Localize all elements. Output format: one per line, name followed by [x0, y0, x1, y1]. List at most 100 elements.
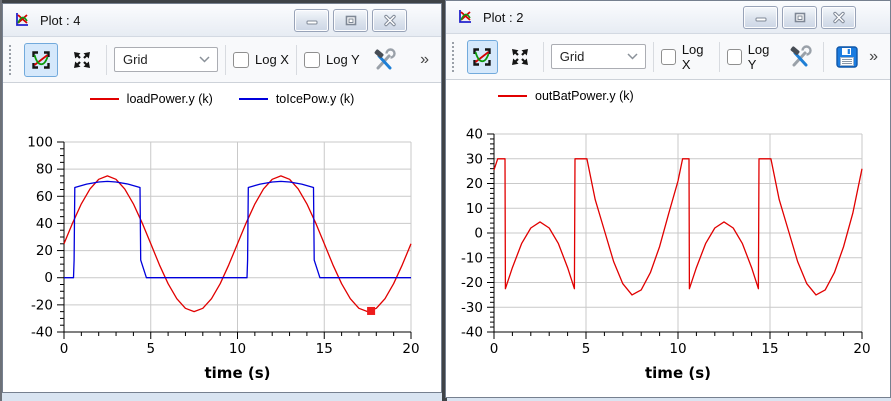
toolbar: Grid Log X Log Y » — [3, 37, 441, 83]
window-title: Plot : 2 — [483, 10, 523, 25]
chevron-down-icon — [627, 53, 638, 60]
titlebar[interactable]: Plot : 4 — [3, 4, 441, 37]
checkbox-icon — [304, 52, 320, 68]
checkbox-icon — [727, 49, 742, 65]
plot-window-icon — [13, 11, 31, 29]
window-title: Plot : 4 — [40, 13, 80, 28]
log-y-checkbox[interactable]: Log Y — [727, 42, 778, 72]
svg-text:30: 30 — [466, 151, 483, 167]
plot-window-2: Plot : 2 — [445, 0, 891, 398]
log-x-label: Log X — [255, 52, 289, 67]
chevron-down-icon — [199, 56, 210, 63]
toolbar-separator — [543, 42, 544, 72]
svg-text:0: 0 — [44, 270, 53, 286]
toolbar-drag-handle[interactable] — [9, 45, 15, 75]
legend-line-sample — [239, 98, 268, 100]
grid-select-value: Grid — [123, 52, 148, 67]
svg-text:0: 0 — [490, 341, 499, 357]
legend-label: outBatPower.y (k) — [535, 89, 634, 103]
legend-item: loadPower.y (k) — [90, 92, 213, 106]
log-y-label: Log Y — [326, 52, 360, 67]
legend-label: loadPower.y (k) — [127, 92, 213, 106]
fit-in-view-button[interactable] — [467, 40, 498, 74]
checkbox-icon — [661, 49, 676, 65]
maximize-button[interactable] — [333, 9, 368, 32]
svg-text:40: 40 — [36, 216, 53, 232]
minimize-button[interactable] — [294, 9, 329, 32]
svg-text:40: 40 — [466, 127, 483, 143]
caption-buttons — [290, 9, 407, 32]
svg-text:100: 100 — [27, 135, 53, 151]
legend: outBatPower.y (k) — [446, 80, 890, 112]
svg-text:-20: -20 — [461, 275, 483, 291]
auto-scale-button[interactable] — [65, 43, 99, 77]
close-button[interactable] — [821, 6, 856, 29]
toolbar-separator — [106, 45, 107, 75]
fit-in-view-button[interactable] — [24, 43, 58, 77]
svg-text:60: 60 — [36, 189, 53, 205]
legend-line-sample — [90, 98, 119, 100]
svg-text:20: 20 — [402, 341, 419, 357]
svg-text:5: 5 — [146, 341, 155, 357]
toolbar-separator — [296, 45, 297, 75]
log-x-checkbox[interactable]: Log X — [233, 52, 289, 68]
svg-text:20: 20 — [466, 176, 483, 192]
svg-text:-30: -30 — [461, 300, 483, 316]
caption-buttons — [739, 6, 856, 29]
grid-select[interactable]: Grid — [114, 47, 218, 72]
svg-text:5: 5 — [582, 341, 591, 357]
grid-select-value: Grid — [560, 49, 585, 64]
titlebar[interactable]: Plot : 2 — [446, 1, 890, 34]
svg-text:-40: -40 — [461, 325, 483, 341]
save-button[interactable] — [831, 40, 862, 74]
svg-text:10: 10 — [466, 201, 483, 217]
setup-button[interactable] — [785, 40, 816, 74]
legend: loadPower.y (k) toIcePow.y (k) — [3, 83, 441, 115]
svg-text:time (s): time (s) — [205, 364, 271, 382]
svg-text:10: 10 — [229, 341, 246, 357]
plot-window-4: Plot : 4 — [2, 3, 442, 393]
minimize-button[interactable] — [743, 6, 778, 29]
hammer-wrench-icon — [788, 45, 812, 69]
toolbar-overflow-button[interactable]: » — [869, 49, 878, 65]
svg-text:80: 80 — [36, 162, 53, 178]
expand-arrows-icon — [71, 49, 93, 71]
toolbar-separator — [225, 45, 226, 75]
log-y-checkbox[interactable]: Log Y — [304, 52, 360, 68]
toolbar-drag-handle[interactable] — [452, 42, 458, 72]
log-x-checkbox[interactable]: Log X — [661, 42, 712, 72]
toolbar-separator — [653, 42, 654, 72]
legend-label: toIcePow.y (k) — [276, 92, 355, 106]
chart-canvas-plot4[interactable]: 05101520-40-20020406080100time (s) — [3, 115, 441, 392]
svg-text:time (s): time (s) — [645, 364, 711, 382]
svg-text:10: 10 — [669, 341, 686, 357]
fit-in-view-icon — [471, 46, 493, 68]
legend-line-sample — [498, 95, 527, 97]
toolbar-overflow-button[interactable]: » — [420, 52, 429, 68]
checkbox-icon — [233, 52, 249, 68]
svg-text:-10: -10 — [461, 250, 483, 266]
maximize-button[interactable] — [782, 6, 817, 29]
svg-text:15: 15 — [761, 341, 778, 357]
chart-canvas-plot2[interactable]: 0 5 10 15 20 -40 -30 -20 -10 0 10 20 30 40 time (s) — [446, 112, 890, 397]
svg-text:0: 0 — [474, 226, 483, 242]
toolbar-separator — [823, 42, 824, 72]
setup-button[interactable] — [367, 43, 401, 77]
toolbar-separator — [719, 42, 720, 72]
plot-area: outBatPower.y (k) 0 5 10 15 20 -40 -30 -20 -10 0 1… — [446, 80, 890, 397]
save-floppy-icon — [835, 45, 859, 69]
close-button[interactable] — [372, 9, 407, 32]
log-x-label: Log X — [682, 42, 712, 72]
svg-text:-20: -20 — [31, 297, 53, 313]
legend-item: outBatPower.y (k) — [498, 89, 634, 103]
hammer-wrench-icon — [372, 48, 396, 72]
expand-arrows-icon — [509, 46, 531, 68]
svg-text:20: 20 — [853, 341, 870, 357]
plot-window-icon — [456, 8, 474, 26]
svg-text:0: 0 — [60, 341, 69, 357]
grid-select[interactable]: Grid — [551, 44, 647, 69]
auto-scale-button[interactable] — [505, 40, 536, 74]
legend-item: toIcePow.y (k) — [239, 92, 355, 106]
log-y-label: Log Y — [748, 42, 778, 72]
toolbar: Grid Log X Log Y — [446, 34, 890, 80]
